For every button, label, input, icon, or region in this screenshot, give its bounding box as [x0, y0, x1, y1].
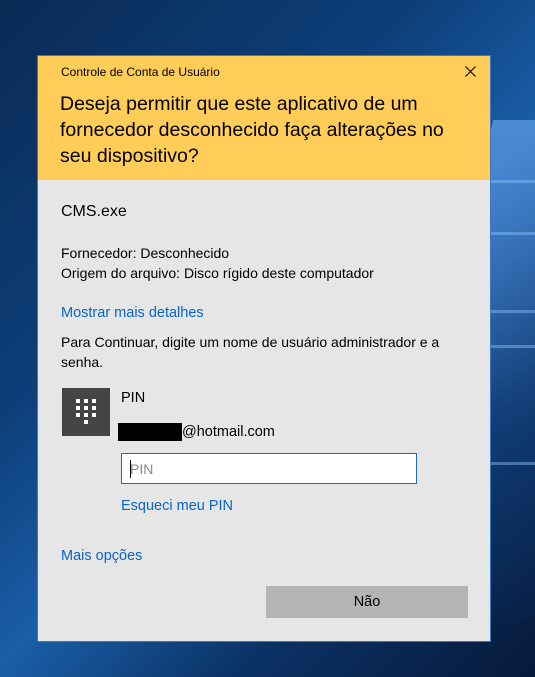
wallpaper-streak — [491, 232, 535, 235]
window-title: Controle de Conta de Usuário — [61, 65, 220, 79]
file-origin-text: Origem do arquivo: Disco rígido deste co… — [61, 265, 374, 281]
redacted-username — [118, 423, 182, 441]
credential-tile — [62, 388, 110, 436]
text-caret — [130, 460, 131, 478]
forgot-pin-link[interactable]: Esqueci meu PIN — [121, 498, 233, 514]
close-button[interactable] — [458, 60, 482, 82]
no-button[interactable]: Não — [266, 586, 468, 618]
account-email: @hotmail.com — [118, 423, 275, 441]
wallpaper-streak — [491, 180, 535, 183]
uac-header: Controle de Conta de Usuário Deseja perm… — [38, 56, 490, 180]
close-icon — [464, 65, 476, 77]
show-more-details-link[interactable]: Mostrar mais detalhes — [61, 305, 204, 321]
uac-dialog: Controle de Conta de Usuário Deseja perm… — [37, 55, 491, 642]
more-options-link[interactable]: Mais opções — [61, 548, 142, 564]
publisher-text: Fornecedor: Desconhecido — [61, 245, 230, 261]
wallpaper-streak — [491, 310, 535, 313]
instruction-text: Para Continuar, digite um nome de usuári… — [61, 334, 440, 370]
app-name: CMS.exe — [61, 203, 127, 220]
wallpaper-streak — [491, 345, 535, 348]
uac-question: Deseja permitir que este aplicativo de u… — [60, 93, 444, 167]
wallpaper-streak — [491, 462, 535, 465]
keypad-icon — [76, 399, 96, 424]
account-email-suffix: @hotmail.com — [182, 424, 275, 440]
pin-input[interactable] — [121, 453, 417, 484]
credential-label: PIN — [121, 390, 146, 406]
